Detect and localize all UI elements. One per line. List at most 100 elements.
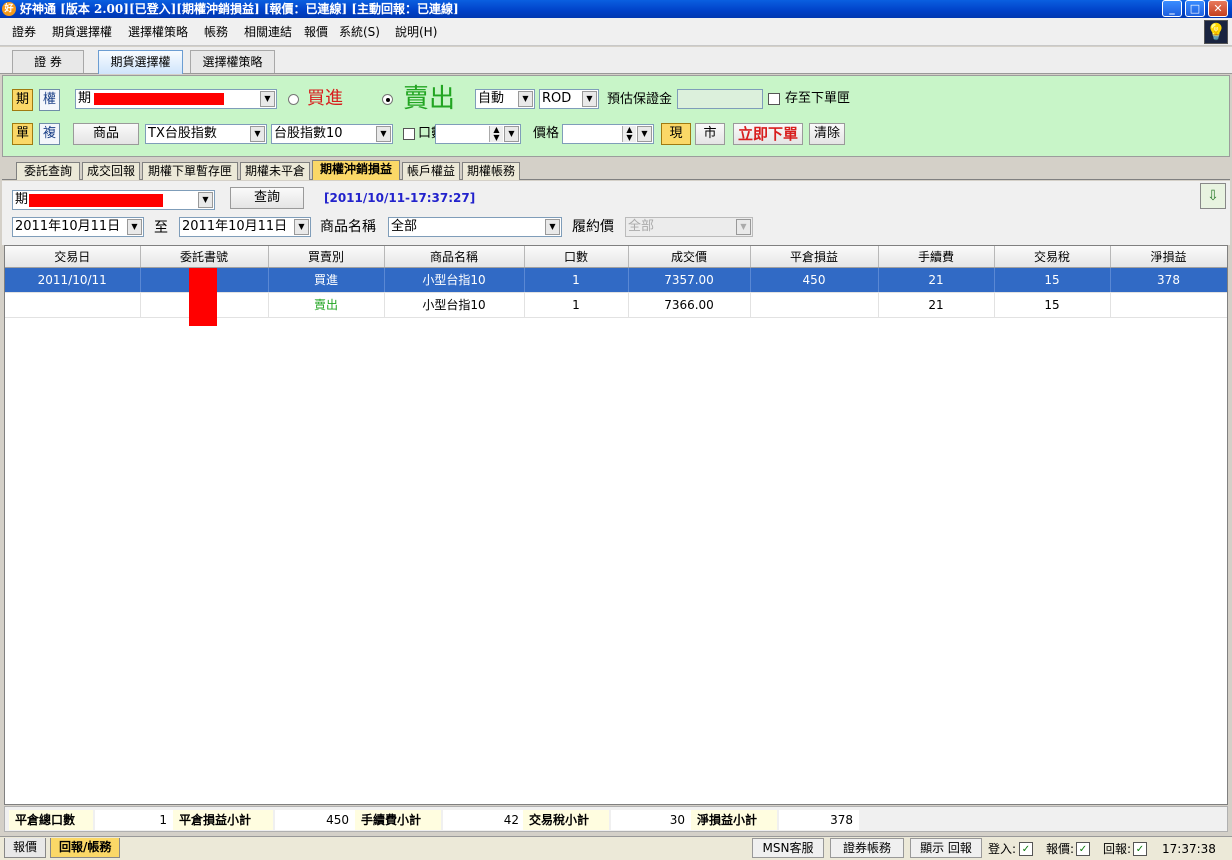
net-pnl-label: 淨損益小計: [691, 810, 777, 830]
menu-accounts[interactable]: 帳務: [204, 25, 228, 39]
col-product[interactable]: 商品名稱: [384, 246, 525, 268]
market-price-button[interactable]: 市: [695, 123, 725, 145]
chevron-down-icon[interactable]: ▼: [294, 219, 309, 235]
product-select[interactable]: TX台股指數 ▼: [145, 124, 267, 144]
lots-checkbox[interactable]: [403, 128, 415, 140]
save-to-tray-checkbox[interactable]: [768, 93, 780, 105]
contract-select[interactable]: 台股指數10 ▼: [271, 124, 393, 144]
chevron-down-icon[interactable]: ▼: [376, 126, 391, 142]
securities-accounts-button[interactable]: 證券帳務: [830, 838, 904, 858]
spin-arrows-icon[interactable]: ▲ ▼: [489, 126, 503, 142]
report-check-icon: ✓: [1133, 842, 1147, 856]
chevron-down-icon[interactable]: ▼: [545, 219, 560, 235]
col-tax[interactable]: 交易稅: [994, 246, 1111, 268]
lots-stepper[interactable]: ▲ ▼ ▼: [435, 124, 521, 144]
current-price-button[interactable]: 現: [661, 123, 691, 145]
menu-option-strategy[interactable]: 選擇權策略: [128, 25, 188, 39]
account-prefix: 期: [78, 91, 92, 106]
tab-accounting[interactable]: 期權帳務: [462, 162, 520, 180]
chevron-down-icon[interactable]: ▼: [127, 219, 142, 235]
export-excel-icon[interactable]: ⇩: [1200, 183, 1226, 209]
account-select[interactable]: 期 ▼: [75, 89, 277, 109]
cell-close-pnl: 450: [750, 267, 879, 293]
maximize-icon[interactable]: □: [1185, 0, 1205, 17]
date-to-select[interactable]: 2011年10月11日 ▼: [179, 217, 311, 237]
menu-quotes[interactable]: 報價: [304, 25, 328, 39]
chevron-down-icon[interactable]: ▼: [637, 126, 652, 142]
buy-radio[interactable]: [288, 94, 299, 105]
product-button[interactable]: 商品: [73, 123, 139, 145]
chevron-down-icon[interactable]: ▼: [504, 126, 519, 142]
single-order-button[interactable]: 單: [12, 123, 33, 145]
options-type-button[interactable]: 權: [39, 89, 60, 111]
msn-support-button[interactable]: MSN客服: [752, 838, 824, 858]
tab-account-equity[interactable]: 帳戶權益: [402, 162, 460, 180]
date-to-label: 至: [154, 220, 168, 236]
futures-type-button[interactable]: 期: [12, 89, 33, 111]
menu-links[interactable]: 相關連結: [244, 25, 292, 39]
buy-label: 買進: [307, 88, 343, 109]
query-timestamp: [2011/10/11-17:37:27]: [324, 191, 476, 205]
spin-arrows-icon[interactable]: ▲ ▼: [622, 126, 636, 142]
order-condition-select[interactable]: ROD ▼: [539, 89, 599, 109]
menu-futures-options[interactable]: 期貨選擇權: [52, 25, 112, 39]
chevron-down-icon[interactable]: ▼: [582, 91, 597, 107]
tab-order-tray[interactable]: 期權下單暫存匣: [142, 162, 238, 180]
clock: 17:37:38: [1162, 842, 1216, 856]
tax-value: 30: [611, 810, 691, 830]
combo-order-button[interactable]: 複: [39, 123, 60, 145]
tab-offset-pnl[interactable]: 期權沖銷損益: [312, 160, 400, 180]
sell-label: 賣出: [403, 84, 456, 114]
login-status-label: 登入:: [988, 842, 1017, 856]
tab-open-positions[interactable]: 期權未平倉: [240, 162, 310, 180]
col-side[interactable]: 買賣別: [268, 246, 385, 268]
tab-futures-options[interactable]: 期貨選擇權: [98, 50, 183, 74]
tab-order-query[interactable]: 委託查詢: [16, 162, 80, 180]
clear-button[interactable]: 清除: [809, 123, 845, 145]
date-from-select[interactable]: 2011年10月11日 ▼: [12, 217, 144, 237]
minimize-icon[interactable]: _: [1162, 0, 1182, 17]
chevron-down-icon[interactable]: ▼: [518, 91, 533, 107]
show-report-button[interactable]: 顯示 回報: [910, 838, 982, 858]
total-lots-label: 平倉總口數: [9, 810, 93, 830]
col-close-pnl[interactable]: 平倉損益: [750, 246, 879, 268]
menu-securities[interactable]: 證券: [12, 25, 36, 39]
order-mode-select[interactable]: 自動 ▼: [475, 89, 535, 109]
tab-fill-report[interactable]: 成交回報: [82, 162, 140, 180]
price-stepper[interactable]: ▲ ▼ ▼: [562, 124, 654, 144]
tab-option-strategy[interactable]: 選擇權策略: [190, 50, 275, 73]
window-title: 好神通 [版本 2.00][已登入][期權沖銷損益] [報價：已連線] [主動回…: [0, 0, 1232, 18]
cell-close-pnl: [750, 292, 879, 318]
col-order-no[interactable]: 委託書號: [140, 246, 269, 268]
chevron-down-icon[interactable]: ▼: [250, 126, 265, 142]
query-button[interactable]: 查詢: [230, 187, 304, 209]
product-value: TX台股指數: [148, 126, 217, 141]
tab-securities[interactable]: 證 券: [12, 50, 84, 73]
menu-help[interactable]: 說明(H): [395, 25, 437, 39]
login-check-icon: ✓: [1019, 842, 1033, 856]
col-trade-date[interactable]: 交易日: [5, 246, 141, 268]
query-account-select[interactable]: 期 ▼: [12, 190, 215, 210]
cell-net-pnl: 378: [1110, 267, 1227, 293]
sell-radio[interactable]: [382, 94, 393, 105]
cell-fill-price: 7357.00: [628, 267, 751, 293]
chevron-down-icon[interactable]: ▼: [260, 91, 275, 107]
product-name-select[interactable]: 全部 ▼: [388, 217, 562, 237]
tab-report-accounts[interactable]: 回報/帳務: [50, 838, 121, 858]
col-net-pnl[interactable]: 淨損益: [1110, 246, 1227, 268]
redacted-account: [94, 93, 224, 105]
chevron-down-icon[interactable]: ▼: [198, 192, 213, 208]
report-status-label: 回報:: [1103, 842, 1132, 856]
col-fill-price[interactable]: 成交價: [628, 246, 751, 268]
col-lots[interactable]: 口數: [524, 246, 629, 268]
lightbulb-icon[interactable]: 💡: [1204, 20, 1228, 44]
close-icon[interactable]: ✕: [1208, 0, 1228, 17]
menu-system[interactable]: 系統(S): [339, 25, 380, 39]
col-fee[interactable]: 手續費: [878, 246, 995, 268]
tab-quote[interactable]: 報價: [4, 838, 47, 858]
submit-order-button[interactable]: 立即下單: [733, 123, 803, 145]
order-mode-value: 自動: [478, 91, 505, 106]
cell-fee: 21: [878, 292, 995, 318]
close-pnl-label: 平倉損益小計: [173, 810, 273, 830]
cell-fee: 21: [878, 267, 995, 293]
